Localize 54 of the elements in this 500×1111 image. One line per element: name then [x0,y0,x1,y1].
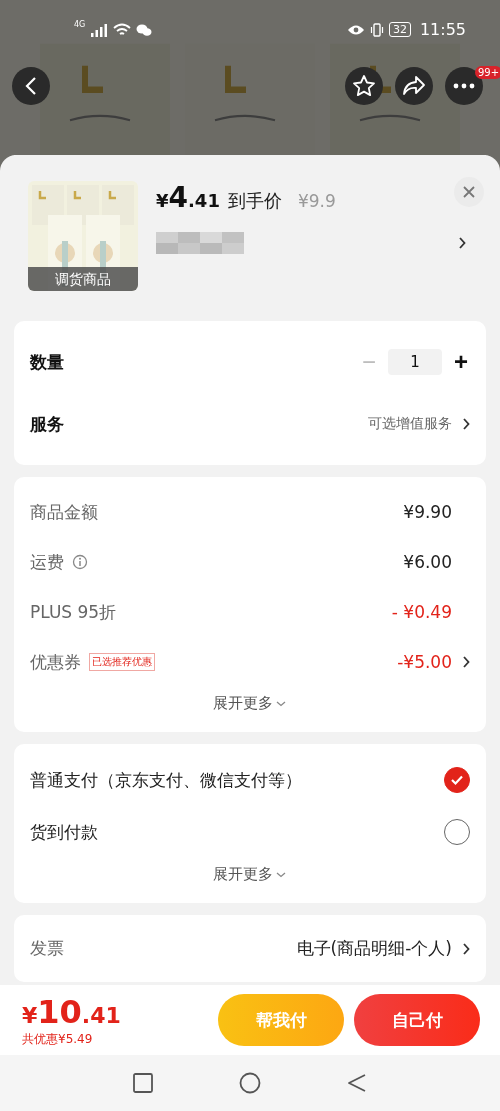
eye-icon [346,23,365,36]
back-icon[interactable] [347,1073,367,1093]
home-icon[interactable] [239,1072,261,1094]
info-icon[interactable] [72,554,88,570]
close-icon [463,186,475,198]
total-saving: 共优惠¥5.49 [22,1030,94,1048]
expand-more-button[interactable]: 展开更多 [207,864,293,885]
chevron-right-icon[interactable] [462,418,470,430]
payment-option[interactable]: 普通支付（京东支付、微信支付等） [30,768,302,792]
invoice-value[interactable]: 电子(商品明细-个人) [296,937,452,960]
fee-value: - ¥0.49 [391,602,452,622]
more-icon [453,83,475,89]
star-icon [352,74,376,98]
fee-label: 运费 [30,550,64,574]
battery-indicator: 32 [388,22,411,37]
price-label: 到手价 [227,189,282,213]
increase-button[interactable]: + [452,348,470,376]
fee-label: 商品金额 [30,500,98,524]
pay-button[interactable]: 自己付 [354,994,480,1046]
quantity-label: 数量 [30,350,64,374]
payment-option[interactable]: 货到付款 [30,820,98,844]
chat-icon [136,22,153,37]
chevron-down-icon [275,699,287,708]
service-label: 服务 [30,412,64,436]
final-price: ¥4.41 [156,181,220,214]
radio-button[interactable] [444,767,470,793]
fee-value: ¥9.90 [403,502,452,522]
total-price: ¥10.41 [22,992,121,1031]
chevron-down-icon [275,870,287,879]
service-option[interactable]: 可选增值服务 [368,415,452,433]
invoice-label: 发票 [30,937,64,960]
chevron-left-icon [24,76,38,96]
chevron-right-icon[interactable] [458,237,466,249]
fee-value: -¥5.00 [397,652,452,672]
clock-time: 11:55 [419,20,466,39]
chevron-right-icon[interactable] [462,656,470,668]
network-label: 4G [74,20,86,29]
wifi-icon [113,22,132,37]
share-icon [402,75,426,97]
fee-label: PLUS 95折 [30,600,117,624]
original-price: ¥9.9 [297,191,336,211]
product-tag: 调货商品 [28,267,138,291]
checkmark-icon [450,774,464,786]
recents-icon[interactable] [133,1073,153,1093]
expand-more-button[interactable]: 展开更多 [207,693,293,714]
fee-value: ¥6.00 [403,552,452,572]
vibrate-icon [369,22,384,37]
quantity-field[interactable]: 1 [388,349,442,375]
chevron-right-icon[interactable] [462,942,470,955]
signal-icon [90,22,109,37]
close-button[interactable] [454,177,484,207]
fee-label: 优惠券 [30,650,81,674]
coupon-tag: 已选推荐优惠 [89,653,155,671]
notification-badge: 99+ [475,66,500,79]
